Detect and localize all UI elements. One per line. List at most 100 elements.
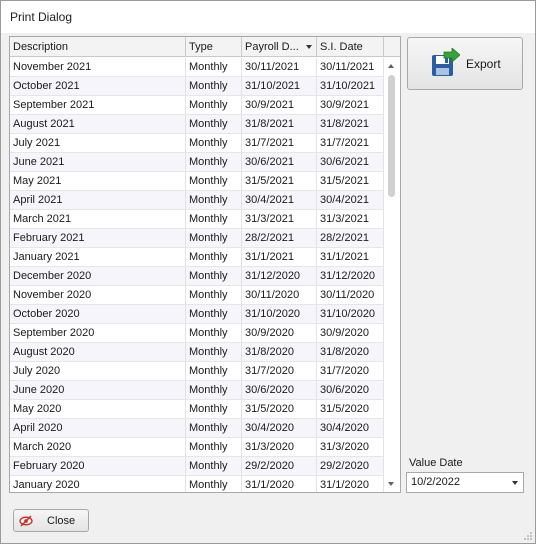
table-row[interactable]: February 2021 Monthly 28/2/2021 28/2/2021	[10, 229, 384, 248]
cell-si-date: 30/9/2020	[317, 324, 384, 342]
table-row[interactable]: November 2021 Monthly 30/11/2021 30/11/2021	[10, 58, 384, 77]
cell-si-date: 30/11/2021	[317, 58, 384, 76]
scroll-thumb[interactable]	[388, 75, 395, 197]
value-date-label: Value Date	[409, 457, 463, 469]
grid-header: Description Type Payroll D... S.I. Date	[10, 37, 400, 57]
column-header-description[interactable]: Description	[10, 37, 186, 57]
table-row[interactable]: June 2020 Monthly 30/6/2020 30/6/2020	[10, 381, 384, 400]
print-dialog-window: Print Dialog Description Type Payroll D.…	[0, 0, 536, 544]
table-row[interactable]: May 2021 Monthly 31/5/2021 31/5/2021	[10, 172, 384, 191]
cell-payroll-date: 31/5/2020	[242, 400, 317, 418]
cell-payroll-date: 30/11/2021	[242, 58, 317, 76]
column-header-type[interactable]: Type	[186, 37, 242, 57]
table-row[interactable]: September 2021 Monthly 30/9/2021 30/9/2021	[10, 96, 384, 115]
table-row[interactable]: July 2021 Monthly 31/7/2021 31/7/2021	[10, 134, 384, 153]
column-header-payroll-date-label: Payroll D...	[245, 41, 299, 53]
column-header-spacer	[384, 37, 400, 57]
cell-payroll-date: 29/2/2020	[242, 457, 317, 475]
value-date-value: 10/2/2022	[411, 476, 460, 488]
grid-rows: November 2021 Monthly 30/11/2021 30/11/2021…	[10, 58, 384, 492]
cell-payroll-date: 31/1/2021	[242, 248, 317, 266]
cell-si-date: 31/1/2021	[317, 248, 384, 266]
cell-type: Monthly	[186, 248, 242, 266]
cell-type: Monthly	[186, 457, 242, 475]
cell-si-date: 31/5/2021	[317, 172, 384, 190]
cell-type: Monthly	[186, 267, 242, 285]
cell-si-date: 30/11/2020	[317, 286, 384, 304]
table-row[interactable]: March 2020 Monthly 31/3/2020 31/3/2020	[10, 438, 384, 457]
cell-description: March 2021	[10, 210, 186, 228]
cell-description: November 2021	[10, 58, 186, 76]
table-row[interactable]: March 2021 Monthly 31/3/2021 31/3/2021	[10, 210, 384, 229]
cell-si-date: 31/7/2021	[317, 134, 384, 152]
cell-payroll-date: 31/1/2020	[242, 476, 317, 492]
cell-type: Monthly	[186, 134, 242, 152]
cell-payroll-date: 30/9/2021	[242, 96, 317, 114]
table-row[interactable]: February 2020 Monthly 29/2/2020 29/2/2020	[10, 457, 384, 476]
cell-si-date: 31/8/2020	[317, 343, 384, 361]
close-button[interactable]: Close	[13, 509, 89, 532]
cell-payroll-date: 28/2/2021	[242, 229, 317, 247]
cell-payroll-date: 31/10/2021	[242, 77, 317, 95]
table-row[interactable]: April 2021 Monthly 30/4/2021 30/4/2021	[10, 191, 384, 210]
cell-si-date: 31/7/2020	[317, 362, 384, 380]
cell-payroll-date: 31/5/2021	[242, 172, 317, 190]
export-button-label: Export	[466, 57, 501, 71]
cell-description: July 2020	[10, 362, 186, 380]
cell-type: Monthly	[186, 58, 242, 76]
table-row[interactable]: January 2020 Monthly 31/1/2020 31/1/2020	[10, 476, 384, 492]
vertical-scrollbar[interactable]	[384, 58, 400, 492]
cell-si-date: 30/9/2021	[317, 96, 384, 114]
table-row[interactable]: October 2020 Monthly 31/10/2020 31/10/2020	[10, 305, 384, 324]
payroll-grid[interactable]: Description Type Payroll D... S.I. Date …	[9, 36, 401, 493]
column-header-si-date[interactable]: S.I. Date	[317, 37, 384, 57]
table-row[interactable]: January 2021 Monthly 31/1/2021 31/1/2021	[10, 248, 384, 267]
cell-si-date: 31/8/2021	[317, 115, 384, 133]
table-row[interactable]: September 2020 Monthly 30/9/2020 30/9/2020	[10, 324, 384, 343]
cell-payroll-date: 30/6/2020	[242, 381, 317, 399]
column-header-payroll-date[interactable]: Payroll D...	[242, 37, 317, 57]
cell-si-date: 28/2/2021	[317, 229, 384, 247]
cell-description: August 2020	[10, 343, 186, 361]
cell-payroll-date: 30/11/2020	[242, 286, 317, 304]
scroll-down-arrow-icon[interactable]	[388, 482, 394, 486]
cell-si-date: 31/12/2020	[317, 267, 384, 285]
chevron-down-icon[interactable]	[512, 481, 518, 485]
export-button[interactable]: Export	[407, 37, 523, 90]
cell-description: December 2020	[10, 267, 186, 285]
cell-type: Monthly	[186, 343, 242, 361]
cell-si-date: 31/10/2020	[317, 305, 384, 323]
dialog-footer: Close	[1, 498, 535, 543]
table-row[interactable]: May 2020 Monthly 31/5/2020 31/5/2020	[10, 400, 384, 419]
cell-type: Monthly	[186, 362, 242, 380]
cell-type: Monthly	[186, 476, 242, 492]
cell-type: Monthly	[186, 305, 242, 323]
cell-si-date: 31/3/2020	[317, 438, 384, 456]
cell-description: May 2020	[10, 400, 186, 418]
value-date-dropdown[interactable]: 10/2/2022	[406, 472, 524, 493]
table-row[interactable]: June 2021 Monthly 30/6/2021 30/6/2021	[10, 153, 384, 172]
cell-type: Monthly	[186, 172, 242, 190]
resize-grip-icon[interactable]	[523, 531, 533, 541]
cell-type: Monthly	[186, 96, 242, 114]
cell-si-date: 29/2/2020	[317, 457, 384, 475]
cell-payroll-date: 30/6/2021	[242, 153, 317, 171]
cell-type: Monthly	[186, 419, 242, 437]
table-row[interactable]: April 2020 Monthly 30/4/2020 30/4/2020	[10, 419, 384, 438]
close-eye-icon	[19, 515, 33, 527]
window-title: Print Dialog	[10, 10, 73, 24]
cell-description: September 2020	[10, 324, 186, 342]
table-row[interactable]: July 2020 Monthly 31/7/2020 31/7/2020	[10, 362, 384, 381]
table-row[interactable]: November 2020 Monthly 30/11/2020 30/11/2020	[10, 286, 384, 305]
table-row[interactable]: August 2020 Monthly 31/8/2020 31/8/2020	[10, 343, 384, 362]
cell-si-date: 31/5/2020	[317, 400, 384, 418]
table-row[interactable]: August 2021 Monthly 31/8/2021 31/8/2021	[10, 115, 384, 134]
table-row[interactable]: October 2021 Monthly 31/10/2021 31/10/2021	[10, 77, 384, 96]
table-row[interactable]: December 2020 Monthly 31/12/2020 31/12/2020	[10, 267, 384, 286]
cell-payroll-date: 31/7/2020	[242, 362, 317, 380]
cell-si-date: 30/6/2020	[317, 381, 384, 399]
cell-payroll-date: 31/3/2020	[242, 438, 317, 456]
scroll-up-arrow-icon[interactable]	[388, 64, 394, 68]
cell-si-date: 30/6/2021	[317, 153, 384, 171]
cell-description: June 2021	[10, 153, 186, 171]
